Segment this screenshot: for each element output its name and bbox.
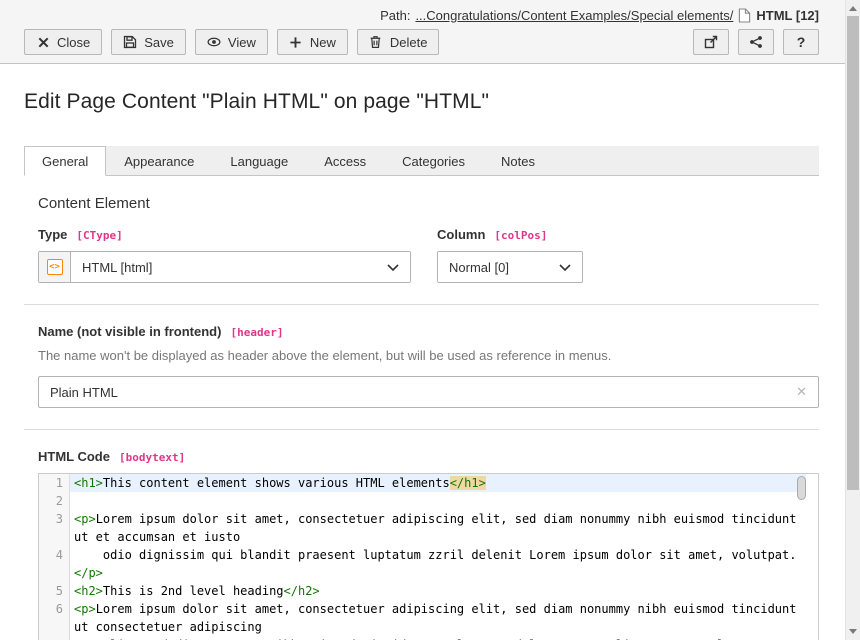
toolbar-right-group: ? — [693, 29, 819, 55]
scrollbar-down-arrow-icon[interactable] — [849, 629, 857, 634]
typo3-edit-form: Path: ...Congratulations/Content Example… — [0, 0, 845, 640]
name-description: The name won't be displayed as header ab… — [38, 348, 819, 363]
chevron-down-icon — [387, 260, 399, 275]
code-line[interactable]: 7 elit, sed diam nonummy nibh euismod ti… — [39, 636, 818, 640]
tab-categories[interactable]: Categories — [384, 146, 483, 176]
code-text — [70, 492, 806, 510]
tab-appearance[interactable]: Appearance — [106, 146, 212, 176]
button-label: Close — [57, 35, 90, 50]
code-line[interactable]: 5<h2>This is 2nd level heading</h2> — [39, 582, 818, 600]
help-icon: ? — [794, 35, 808, 49]
clear-input-icon[interactable]: ✕ — [785, 384, 818, 400]
name-debug-label: [header] — [230, 326, 283, 339]
share-icon — [749, 35, 763, 49]
column-debug-label: [colPos] — [494, 229, 547, 242]
editor-scrollbar-thumb[interactable] — [797, 476, 806, 500]
line-number: 1 — [39, 474, 70, 492]
tab-general[interactable]: General — [24, 146, 106, 176]
tab-bar: GeneralAppearanceLanguageAccessCategorie… — [24, 146, 819, 176]
record-title: HTML [12] — [756, 8, 819, 23]
code-text: <h2>This is 2nd level heading</h2> — [70, 582, 806, 600]
html-content-element-icon: <> — [47, 259, 63, 275]
page-record-icon — [738, 8, 751, 23]
field-type: Type [CType] <> HTML [html] — [38, 227, 411, 283]
button-label: New — [310, 35, 336, 50]
field-column: Column [colPos] Normal [0] — [437, 227, 583, 283]
type-select[interactable]: HTML [html] — [71, 252, 410, 282]
new-button[interactable]: New — [277, 29, 348, 55]
code-line[interactable]: 1<h1>This content element shows various … — [39, 474, 818, 492]
path-link[interactable]: ...Congratulations/Content Examples/Spec… — [415, 8, 733, 23]
fieldset-html-code: HTML Code [bodytext] 1<h1>This content e… — [24, 430, 819, 640]
tab-access[interactable]: Access — [306, 146, 384, 176]
scrollbar-thumb[interactable] — [847, 16, 859, 490]
code-editor[interactable]: 1<h1>This content element shows various … — [38, 473, 819, 640]
code-line[interactable]: 2 — [39, 492, 818, 510]
save-button[interactable]: Save — [111, 29, 186, 55]
form-content: Edit Page Content "Plain HTML" on page "… — [0, 64, 845, 640]
button-label: Save — [144, 35, 174, 50]
window-scrollbar[interactable] — [845, 0, 860, 640]
view-button[interactable]: View — [195, 29, 268, 55]
doc-header: Path: ...Congratulations/Content Example… — [0, 0, 845, 64]
open-new-window-button[interactable] — [693, 29, 729, 55]
code-text: <p>Lorem ipsum dolor sit amet, consectet… — [70, 600, 806, 636]
html-code-debug-label: [bodytext] — [119, 451, 185, 464]
line-number: 2 — [39, 492, 70, 510]
help-button[interactable]: ? — [783, 29, 819, 55]
fieldset-name: Name (not visible in frontend) [header] … — [24, 305, 819, 408]
code-line[interactable]: 6<p>Lorem ipsum dolor sit amet, consecte… — [39, 600, 818, 636]
code-line[interactable]: 4 odio dignissim qui blandit praesent lu… — [39, 546, 818, 582]
button-label: View — [228, 35, 256, 50]
line-number: 7 — [39, 636, 70, 640]
tab-language[interactable]: Language — [212, 146, 306, 176]
chevron-down-icon — [559, 260, 571, 275]
open-new-window-icon — [704, 35, 718, 49]
type-debug-label: [CType] — [76, 229, 122, 242]
name-input[interactable] — [39, 385, 785, 400]
type-label: Type — [38, 227, 67, 242]
delete-icon — [369, 35, 383, 49]
close-button[interactable]: Close — [24, 29, 102, 55]
column-label: Column — [437, 227, 485, 242]
line-number: 5 — [39, 582, 70, 600]
breadcrumb: Path: ...Congratulations/Content Example… — [24, 5, 819, 25]
code-text: odio dignissim qui blandit praesent lupt… — [70, 546, 806, 582]
delete-button[interactable]: Delete — [357, 29, 440, 55]
code-text: <p>Lorem ipsum dolor sit amet, consectet… — [70, 510, 806, 546]
save-icon — [123, 35, 137, 49]
html-code-label: HTML Code — [38, 449, 110, 464]
code-text: <h1>This content element shows various H… — [70, 474, 806, 492]
tab-notes[interactable]: Notes — [483, 146, 553, 176]
button-label: Delete — [390, 35, 428, 50]
code-line[interactable]: 3<p>Lorem ipsum dolor sit amet, consecte… — [39, 510, 818, 546]
line-number: 3 — [39, 510, 70, 546]
line-number: 4 — [39, 546, 70, 582]
type-select-value: HTML [html] — [82, 260, 152, 275]
toolbar-left-group: Close Save View New Delete — [24, 29, 439, 55]
share-button[interactable] — [738, 29, 774, 55]
code-text: elit, sed diam nonummy nibh euismod tinc… — [70, 636, 806, 640]
content-type-icon-cell: <> — [39, 252, 71, 282]
column-select[interactable]: Normal [0] — [438, 252, 582, 282]
line-number: 6 — [39, 600, 70, 636]
fieldset-content-element: Content Element Type [CType] <> HTML [ht… — [24, 176, 819, 283]
scrollbar-up-arrow-icon[interactable] — [849, 6, 857, 11]
path-label: Path: — [380, 8, 410, 23]
page-title: Edit Page Content "Plain HTML" on page "… — [24, 90, 819, 114]
close-icon — [36, 35, 50, 49]
section-title: Content Element — [38, 195, 819, 212]
view-icon — [207, 35, 221, 49]
toolbar: Close Save View New Delete ? — [24, 29, 819, 55]
column-select-value: Normal [0] — [449, 260, 509, 275]
new-icon — [289, 35, 303, 49]
name-label: Name (not visible in frontend) — [38, 324, 221, 339]
